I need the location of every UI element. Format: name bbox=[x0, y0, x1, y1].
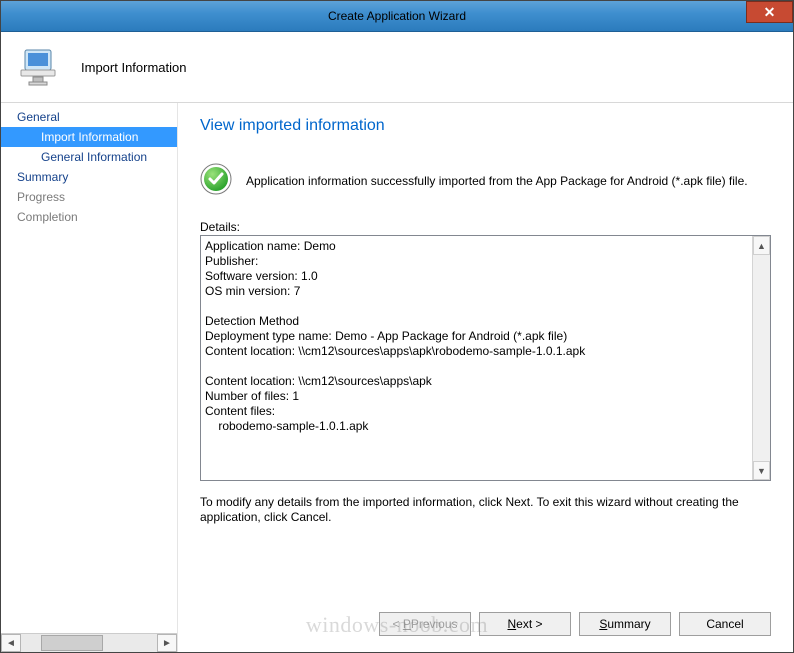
scroll-up-icon[interactable]: ▲ bbox=[753, 236, 770, 255]
computer-icon bbox=[19, 44, 63, 91]
button-row: < PPrevious Next > Summary Cancel bbox=[200, 598, 771, 652]
sidebar-horizontal-scrollbar[interactable]: ◄ ► bbox=[1, 633, 177, 652]
scroll-down-icon[interactable]: ▼ bbox=[753, 461, 770, 480]
scroll-left-icon[interactable]: ◄ bbox=[1, 634, 21, 652]
scroll-track[interactable] bbox=[753, 255, 770, 461]
hint-text: To modify any details from the imported … bbox=[200, 495, 771, 525]
sidebar-item-general[interactable]: General bbox=[1, 107, 177, 127]
main-panel: View imported information bbox=[178, 103, 793, 652]
summary-button[interactable]: Summary bbox=[579, 612, 671, 636]
close-button[interactable]: ✕ bbox=[746, 1, 793, 23]
cancel-button[interactable]: Cancel bbox=[679, 612, 771, 636]
success-check-icon bbox=[200, 163, 232, 198]
previous-button: < PPrevious bbox=[379, 612, 471, 636]
details-vertical-scrollbar[interactable]: ▲ ▼ bbox=[752, 236, 770, 480]
status-row: Application information successfully imp… bbox=[200, 163, 771, 198]
sidebar: General Import Information General Infor… bbox=[1, 103, 178, 652]
nav-tree: General Import Information General Infor… bbox=[1, 103, 177, 633]
wizard-header: Import Information bbox=[1, 32, 793, 103]
scroll-thumb[interactable] bbox=[41, 635, 103, 651]
sidebar-item-summary[interactable]: Summary bbox=[1, 167, 177, 187]
window-title: Create Application Wizard bbox=[328, 9, 466, 23]
sidebar-item-completion[interactable]: Completion bbox=[1, 207, 177, 227]
close-icon: ✕ bbox=[764, 4, 776, 21]
next-button[interactable]: Next > bbox=[479, 612, 571, 636]
details-box: Application name: Demo Publisher: Softwa… bbox=[200, 235, 771, 481]
status-message: Application information successfully imp… bbox=[246, 174, 748, 188]
main-heading: View imported information bbox=[200, 117, 771, 135]
scroll-right-icon[interactable]: ► bbox=[157, 634, 177, 652]
titlebar: Create Application Wizard ✕ bbox=[1, 1, 793, 32]
page-title: Import Information bbox=[81, 60, 187, 75]
details-label: Details: bbox=[200, 220, 771, 234]
wizard-body: General Import Information General Infor… bbox=[1, 103, 793, 652]
sidebar-item-import-information[interactable]: Import Information bbox=[1, 127, 177, 147]
sidebar-item-progress[interactable]: Progress bbox=[1, 187, 177, 207]
wizard-window: Create Application Wizard ✕ Import Infor… bbox=[0, 0, 794, 653]
scroll-track[interactable] bbox=[21, 634, 157, 652]
details-text[interactable]: Application name: Demo Publisher: Softwa… bbox=[201, 236, 752, 480]
sidebar-item-general-information[interactable]: General Information bbox=[1, 147, 177, 167]
